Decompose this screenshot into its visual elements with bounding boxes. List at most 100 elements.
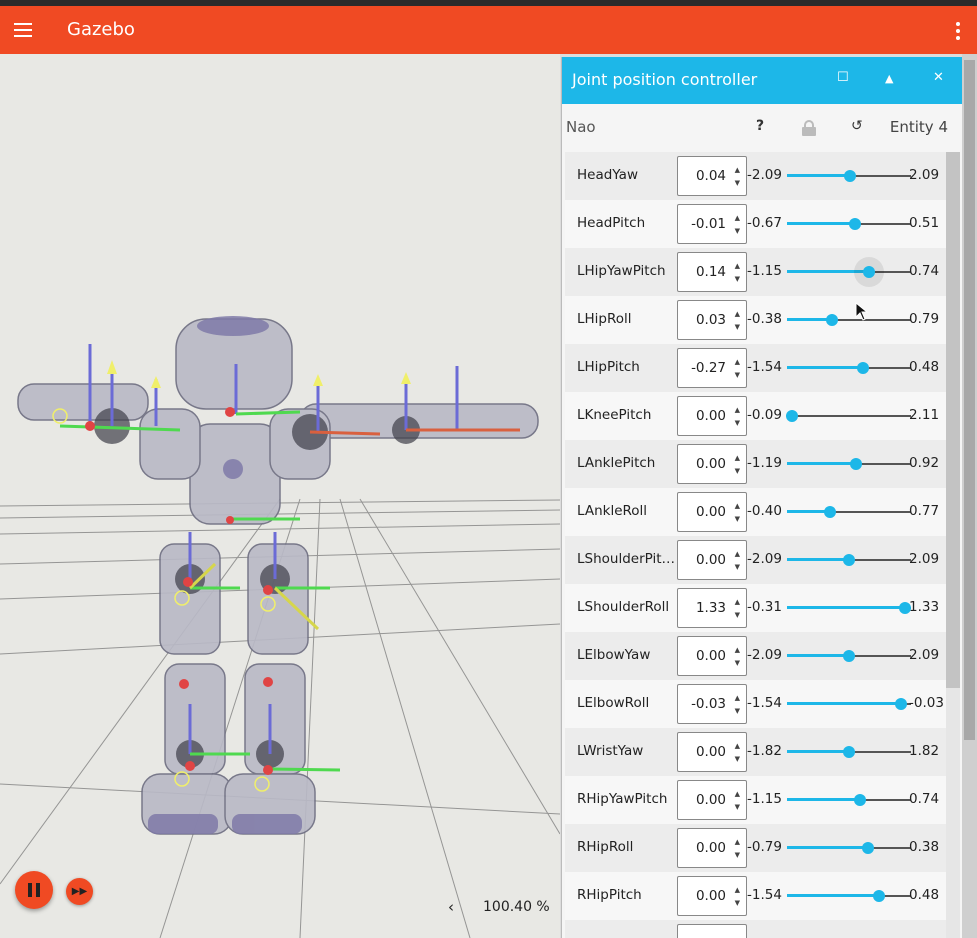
- joint-slider[interactable]: [787, 698, 911, 710]
- joint-slider[interactable]: [787, 218, 911, 230]
- increment-icon[interactable]: ▲: [735, 262, 740, 270]
- decrement-icon[interactable]: ▼: [735, 419, 740, 427]
- outer-scrollbar-thumb[interactable]: [964, 60, 975, 740]
- joint-value-spinbox[interactable]: 0.00 ▲ ▼: [677, 492, 747, 532]
- joint-slider[interactable]: [787, 257, 911, 287]
- slider-handle[interactable]: [843, 746, 855, 758]
- joint-value-spinbox[interactable]: -0.03 ▲ ▼: [677, 684, 747, 724]
- slider-handle[interactable]: [844, 170, 857, 182]
- pause-button[interactable]: [15, 871, 53, 909]
- increment-icon[interactable]: ▲: [735, 406, 740, 414]
- collapse-icon[interactable]: ▲: [885, 72, 893, 85]
- slider-handle[interactable]: [854, 794, 867, 806]
- joint-max: 2.09: [909, 167, 940, 183]
- joint-value-spinbox[interactable]: 0.00 ▲ ▼: [677, 876, 747, 916]
- increment-icon[interactable]: ▲: [735, 502, 740, 510]
- reset-icon[interactable]: ↺: [851, 118, 863, 134]
- slider-handle[interactable]: [785, 410, 798, 422]
- slider-handle[interactable]: [825, 314, 838, 326]
- stats-expand-icon[interactable]: ‹: [448, 898, 454, 916]
- increment-icon[interactable]: ▲: [735, 790, 740, 798]
- joint-value-spinbox[interactable]: 0.00 ▲ ▼: [677, 780, 747, 820]
- joint-slider[interactable]: [785, 410, 911, 422]
- panel-scrollbar-thumb[interactable]: [946, 152, 960, 688]
- increment-icon[interactable]: ▲: [735, 694, 740, 702]
- lock-icon[interactable]: [802, 120, 816, 136]
- joint-slider[interactable]: [787, 458, 911, 470]
- slider-handle[interactable]: [895, 698, 908, 710]
- joint-value-spinbox[interactable]: 1.33 ▲ ▼: [677, 588, 747, 628]
- joint-slider[interactable]: [787, 314, 911, 326]
- increment-icon[interactable]: ▲: [735, 838, 740, 846]
- decrement-icon[interactable]: ▼: [735, 371, 740, 379]
- joint-slider[interactable]: [787, 746, 911, 758]
- increment-icon[interactable]: ▲: [735, 598, 740, 606]
- joint-slider[interactable]: [787, 362, 911, 374]
- slider-handle[interactable]: [872, 890, 885, 902]
- increment-icon[interactable]: ▲: [735, 646, 740, 654]
- joint-value-spinbox[interactable]: 0.00 ▲ ▼: [677, 828, 747, 868]
- more-options-icon[interactable]: [953, 19, 963, 43]
- increment-icon[interactable]: ▲: [735, 214, 740, 222]
- slider-handle[interactable]: [849, 218, 862, 230]
- maximize-icon[interactable]: ☐: [837, 70, 849, 85]
- app-bar: Gazebo: [0, 6, 977, 54]
- increment-icon[interactable]: ▲: [735, 310, 740, 318]
- decrement-icon[interactable]: ▼: [735, 515, 740, 523]
- decrement-icon[interactable]: ▼: [735, 323, 740, 331]
- joint-value: 0.04: [695, 168, 726, 184]
- slider-handle[interactable]: [861, 842, 874, 854]
- decrement-icon[interactable]: ▼: [735, 851, 740, 859]
- joint-slider[interactable]: [787, 170, 911, 182]
- slider-handle[interactable]: [843, 554, 855, 566]
- close-icon[interactable]: ✕: [933, 70, 944, 85]
- decrement-icon[interactable]: ▼: [735, 803, 740, 811]
- slider-handle[interactable]: [856, 362, 869, 374]
- increment-icon[interactable]: ▲: [735, 742, 740, 750]
- joint-value-spinbox[interactable]: 0.00 ▲ ▼: [677, 636, 747, 676]
- step-forward-button[interactable]: ▶▶: [66, 878, 93, 905]
- slider-handle[interactable]: [862, 266, 875, 278]
- joint-slider[interactable]: [787, 794, 911, 806]
- help-icon[interactable]: ?: [756, 118, 764, 134]
- increment-icon[interactable]: ▲: [735, 550, 740, 558]
- increment-icon[interactable]: ▲: [735, 454, 740, 462]
- increment-icon[interactable]: ▲: [735, 886, 740, 894]
- decrement-icon[interactable]: ▼: [735, 467, 740, 475]
- decrement-icon[interactable]: ▼: [735, 755, 740, 763]
- joint-value-spinbox[interactable]: 0.04 ▲ ▼: [677, 156, 747, 196]
- decrement-icon[interactable]: ▼: [735, 659, 740, 667]
- decrement-icon[interactable]: ▼: [735, 227, 740, 235]
- joint-slider[interactable]: [787, 602, 911, 614]
- joint-value-spinbox[interactable]: 0.03 ▲ ▼: [677, 300, 747, 340]
- outer-scrollbar[interactable]: [962, 54, 977, 938]
- joint-value-spinbox[interactable]: -0.27 ▲ ▼: [677, 348, 747, 388]
- decrement-icon[interactable]: ▼: [735, 707, 740, 715]
- increment-icon[interactable]: ▲: [735, 166, 740, 174]
- joint-value-spinbox[interactable]: 0.00 ▲ ▼: [677, 396, 747, 436]
- joint-value-spinbox[interactable]: 0.14 ▲ ▼: [677, 252, 747, 292]
- joint-slider[interactable]: [787, 554, 911, 566]
- joint-slider[interactable]: [787, 650, 911, 662]
- joint-slider[interactable]: [787, 506, 911, 518]
- slider-handle[interactable]: [843, 650, 855, 662]
- decrement-icon[interactable]: ▼: [735, 179, 740, 187]
- joint-row: RHipPitch 0.00 ▲ ▼ -1.54 0.48: [565, 872, 946, 920]
- slider-handle[interactable]: [850, 458, 863, 470]
- joint-value-spinbox[interactable]: [677, 924, 747, 938]
- increment-icon[interactable]: ▲: [735, 358, 740, 366]
- joint-value-spinbox[interactable]: 0.00 ▲ ▼: [677, 732, 747, 772]
- decrement-icon[interactable]: ▼: [735, 611, 740, 619]
- slider-handle[interactable]: [824, 506, 837, 518]
- decrement-icon[interactable]: ▼: [735, 899, 740, 907]
- joint-value-spinbox[interactable]: -0.01 ▲ ▼: [677, 204, 747, 244]
- hamburger-menu-icon[interactable]: [10, 18, 36, 42]
- joint-value-spinbox[interactable]: 0.00 ▲ ▼: [677, 540, 747, 580]
- 3d-scene-view[interactable]: ▶▶ ‹ 100.40 %: [0, 54, 560, 938]
- decrement-icon[interactable]: ▼: [735, 275, 740, 283]
- joint-slider[interactable]: [787, 890, 911, 902]
- joint-slider[interactable]: [787, 842, 911, 854]
- decrement-icon[interactable]: ▼: [735, 563, 740, 571]
- panel-scrollbar[interactable]: [946, 152, 960, 938]
- joint-value-spinbox[interactable]: 0.00 ▲ ▼: [677, 444, 747, 484]
